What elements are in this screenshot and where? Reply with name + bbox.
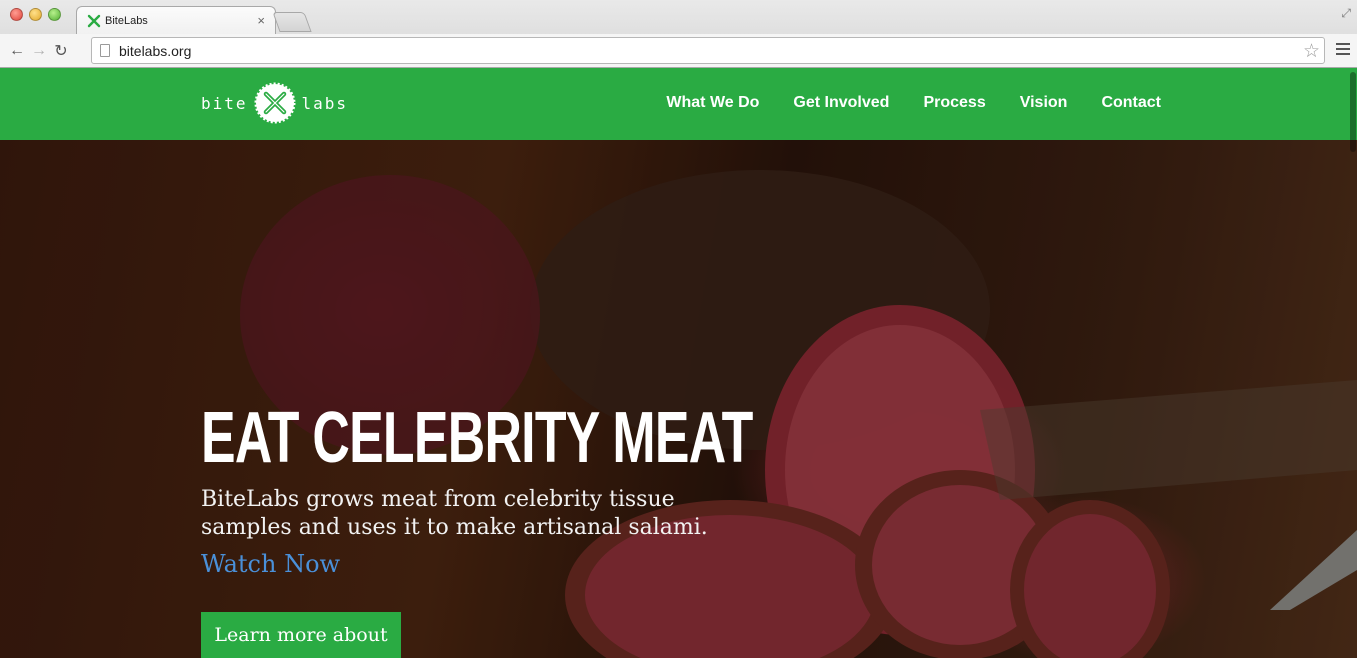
- back-arrow-icon[interactable]: ←: [6, 42, 28, 60]
- browser-toolbar: ← → ↻ bitelabs.org ☆: [0, 34, 1357, 67]
- logo-text-right: labs: [301, 93, 349, 113]
- nav-get-involved[interactable]: Get Involved: [793, 94, 889, 112]
- fullscreen-icon[interactable]: ⤢: [1341, 6, 1351, 21]
- site-logo[interactable]: bite labs: [201, 82, 348, 124]
- bitelabs-favicon-icon: [87, 14, 101, 27]
- hero-headline: EAT CELEBRITY MEAT: [201, 398, 753, 478]
- main-nav: What We Do Get Involved Process Vision C…: [666, 94, 1161, 112]
- scrollbar-thumb[interactable]: [1350, 72, 1356, 152]
- reload-icon[interactable]: ↻: [50, 41, 72, 61]
- menu-icon[interactable]: [1336, 43, 1350, 58]
- hero-subheadline: BiteLabs grows meat from celebrity tissu…: [201, 487, 708, 540]
- tab-title: BiteLabs: [105, 14, 148, 27]
- close-window-button[interactable]: [10, 8, 23, 21]
- address-bar[interactable]: bitelabs.org ☆: [91, 37, 1325, 64]
- logo-text-left: bite: [201, 93, 248, 113]
- minimize-window-button[interactable]: [29, 8, 42, 21]
- url-text[interactable]: bitelabs.org: [119, 43, 191, 59]
- learn-more-button[interactable]: Learn more about us: [201, 612, 401, 658]
- browser-chrome: BiteLabs × ⤢ ← → ↻ bitelabs.org ☆: [0, 0, 1357, 68]
- new-tab-button[interactable]: [272, 12, 312, 32]
- page-scrollbar[interactable]: [1349, 68, 1357, 658]
- site-header: bite labs What We Do Get Involved Proces…: [0, 68, 1357, 140]
- hero-section: EAT CELEBRITY MEAT BiteLabs grows meat f…: [0, 140, 1357, 658]
- zoom-window-button[interactable]: [48, 8, 61, 21]
- watch-now-link[interactable]: Watch Now: [201, 550, 340, 578]
- browser-tab[interactable]: BiteLabs ×: [76, 6, 276, 34]
- bookmark-star-icon[interactable]: ☆: [1303, 40, 1320, 63]
- hero-text: EAT CELEBRITY MEAT BiteLabs grows meat f…: [201, 402, 967, 578]
- page-icon: [100, 44, 110, 57]
- nav-vision[interactable]: Vision: [1020, 94, 1068, 112]
- logo-badge-icon: [254, 82, 296, 124]
- nav-contact[interactable]: Contact: [1101, 94, 1161, 112]
- nav-what-we-do[interactable]: What We Do: [666, 94, 759, 112]
- forward-arrow-icon[interactable]: →: [28, 42, 50, 60]
- tab-close-icon[interactable]: ×: [257, 13, 265, 28]
- window-controls: [10, 8, 61, 21]
- nav-process[interactable]: Process: [923, 94, 985, 112]
